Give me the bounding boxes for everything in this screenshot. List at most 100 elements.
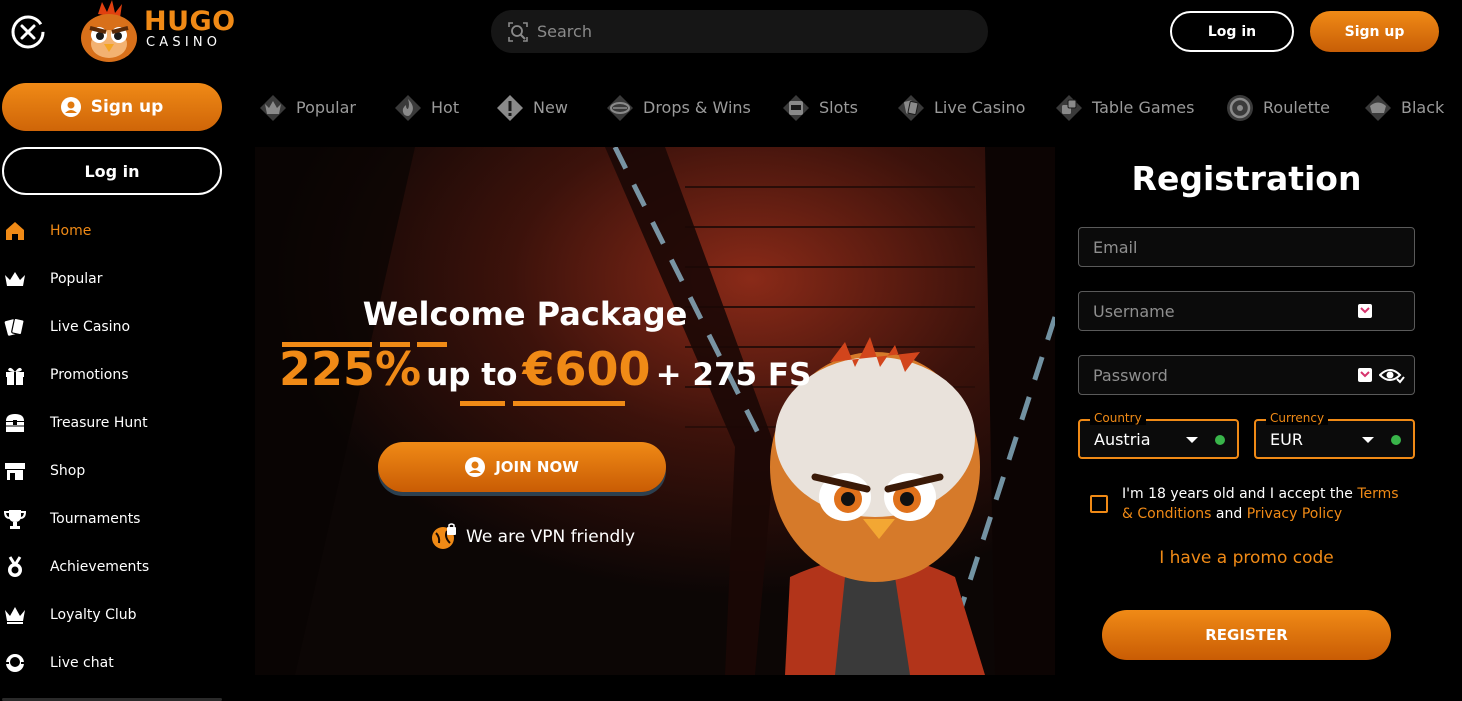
username-input[interactable] <box>1093 292 1353 330</box>
currency-select[interactable]: Currency EUR <box>1254 411 1415 459</box>
registration-title: Registration <box>1131 159 1362 198</box>
sidebar-item-label: Live chat <box>50 655 114 671</box>
category-slots[interactable]: Slots <box>781 80 858 135</box>
search-input[interactable] <box>537 10 967 53</box>
hero-banner: Welcome Package 225% up to €600 + 275 FS… <box>255 147 1055 675</box>
header-signup-button[interactable]: Sign up <box>1310 11 1439 52</box>
search-bar[interactable] <box>491 10 988 53</box>
category-table-games[interactable]: Table Games <box>1054 80 1194 135</box>
sidebar: Sign up Log in Home Popular Live Casino … <box>0 68 233 701</box>
promo-offer: 225% up to €600 + 275 FS <box>279 342 811 396</box>
dice-icon <box>1056 94 1082 121</box>
search-icon <box>508 22 528 42</box>
sidebar-nav: Home Popular Live Casino Promotions Trea… <box>0 207 233 687</box>
promo-amount: €600 <box>522 342 651 396</box>
category-new[interactable]: New <box>495 80 568 135</box>
password-manager-icon[interactable] <box>1357 303 1373 319</box>
valid-indicator-icon <box>1391 435 1401 445</box>
category-label: Hot <box>431 98 460 117</box>
sidebar-item-live-casino[interactable]: Live Casino <box>0 303 233 351</box>
eye-icon[interactable] <box>1379 365 1405 385</box>
sidebar-item-achievements[interactable]: Achievements <box>0 543 233 591</box>
country-select[interactable]: Country Austria <box>1078 411 1239 459</box>
home-icon <box>6 222 24 240</box>
currency-value: EUR <box>1270 430 1303 449</box>
terms-text: I'm 18 years old and I accept the Terms … <box>1122 484 1412 524</box>
valid-indicator-icon <box>1215 435 1225 445</box>
crown-icon <box>5 272 25 286</box>
vpn-text: We are VPN friendly <box>466 527 636 547</box>
category-roulette[interactable]: Roulette <box>1225 80 1330 135</box>
slot-machine-icon <box>783 94 809 121</box>
user-icon <box>60 97 81 117</box>
sidebar-item-treasure-hunt[interactable]: Treasure Hunt <box>0 399 233 447</box>
promo-up-to: up to <box>426 357 518 393</box>
sidebar-item-label: Live Casino <box>50 319 131 335</box>
registration-panel: Registration Country Austria Currency EU… <box>1055 147 1438 675</box>
treasure-chest-icon <box>6 414 24 432</box>
sidebar-item-label: Achievements <box>50 559 150 575</box>
sidebar-item-tournaments[interactable]: Tournaments <box>0 495 233 543</box>
promo-percent: 225% <box>279 342 422 396</box>
register-button[interactable]: REGISTER <box>1102 610 1391 660</box>
category-blackjack[interactable]: Black <box>1363 80 1444 135</box>
sidebar-signup-button[interactable]: Sign up <box>2 83 222 131</box>
crown-icon <box>5 607 25 624</box>
category-label: Black <box>1401 98 1445 117</box>
country-label: Country <box>1090 411 1146 425</box>
vpn-notice: We are VPN friendly <box>430 523 635 551</box>
trophy-icon <box>4 510 26 529</box>
email-input[interactable] <box>1093 228 1353 266</box>
privacy-link[interactable]: Privacy Policy <box>1247 506 1342 522</box>
username-field[interactable] <box>1078 291 1415 331</box>
exclamation-icon <box>497 94 523 121</box>
top-header: HUGO CASINO Log in Sign up <box>0 0 1462 68</box>
globe-lock-icon <box>432 523 456 549</box>
hero-title: Welcome Package <box>362 295 688 333</box>
hugo-casino-logo[interactable]: HUGO CASINO <box>76 0 236 66</box>
email-field[interactable] <box>1078 227 1415 267</box>
user-icon <box>465 457 486 477</box>
medal-icon <box>8 556 22 577</box>
hero-background <box>255 147 1055 675</box>
sidebar-login-button[interactable]: Log in <box>2 147 222 195</box>
password-field[interactable] <box>1078 355 1415 395</box>
promo-code-link[interactable]: I have a promo code <box>1055 548 1438 568</box>
category-label: Live Casino <box>934 98 1026 117</box>
category-label: Roulette <box>1263 98 1331 117</box>
terms-prefix: I'm 18 years old and I accept the <box>1122 486 1358 502</box>
category-popular[interactable]: Popular <box>258 80 356 135</box>
sidebar-signup-label: Sign up <box>90 97 164 117</box>
chevron-down-icon <box>1186 437 1198 443</box>
sidebar-item-loyalty-club[interactable]: Loyalty Club <box>0 591 233 639</box>
password-input[interactable] <box>1093 356 1353 394</box>
promo-decoration <box>513 401 625 406</box>
close-icon[interactable] <box>10 14 46 50</box>
sidebar-item-popular[interactable]: Popular <box>0 255 233 303</box>
chat-icon <box>6 654 24 672</box>
sidebar-item-shop[interactable]: Shop <box>0 447 233 495</box>
logo-text: HUGO <box>144 6 236 37</box>
gift-icon <box>6 367 24 385</box>
sidebar-item-label: Treasure Hunt <box>50 415 148 431</box>
category-label: Popular <box>296 98 356 117</box>
sidebar-item-label: Loyalty Club <box>50 607 137 623</box>
category-label: Drops & Wins <box>643 98 751 117</box>
sidebar-item-promotions[interactable]: Promotions <box>0 351 233 399</box>
sidebar-item-live-chat[interactable]: Live chat <box>0 639 233 687</box>
terms-and: and <box>1211 506 1247 522</box>
logo-subtext: CASINO <box>146 35 222 50</box>
header-login-button[interactable]: Log in <box>1170 11 1294 52</box>
cards-icon <box>4 317 25 336</box>
promo-free-spins: + 275 FS <box>655 357 812 393</box>
age-terms-checkbox[interactable] <box>1090 495 1108 513</box>
join-now-button[interactable]: JOIN NOW <box>378 442 666 492</box>
chevron-down-icon <box>1362 437 1374 443</box>
shop-icon <box>5 463 25 480</box>
category-drops-wins[interactable]: Drops & Wins <box>605 80 751 135</box>
country-value: Austria <box>1094 430 1151 449</box>
category-live-casino[interactable]: Live Casino <box>896 80 1025 135</box>
category-hot[interactable]: Hot <box>393 80 459 135</box>
password-manager-icon[interactable] <box>1357 367 1373 383</box>
sidebar-item-home[interactable]: Home <box>0 207 233 255</box>
